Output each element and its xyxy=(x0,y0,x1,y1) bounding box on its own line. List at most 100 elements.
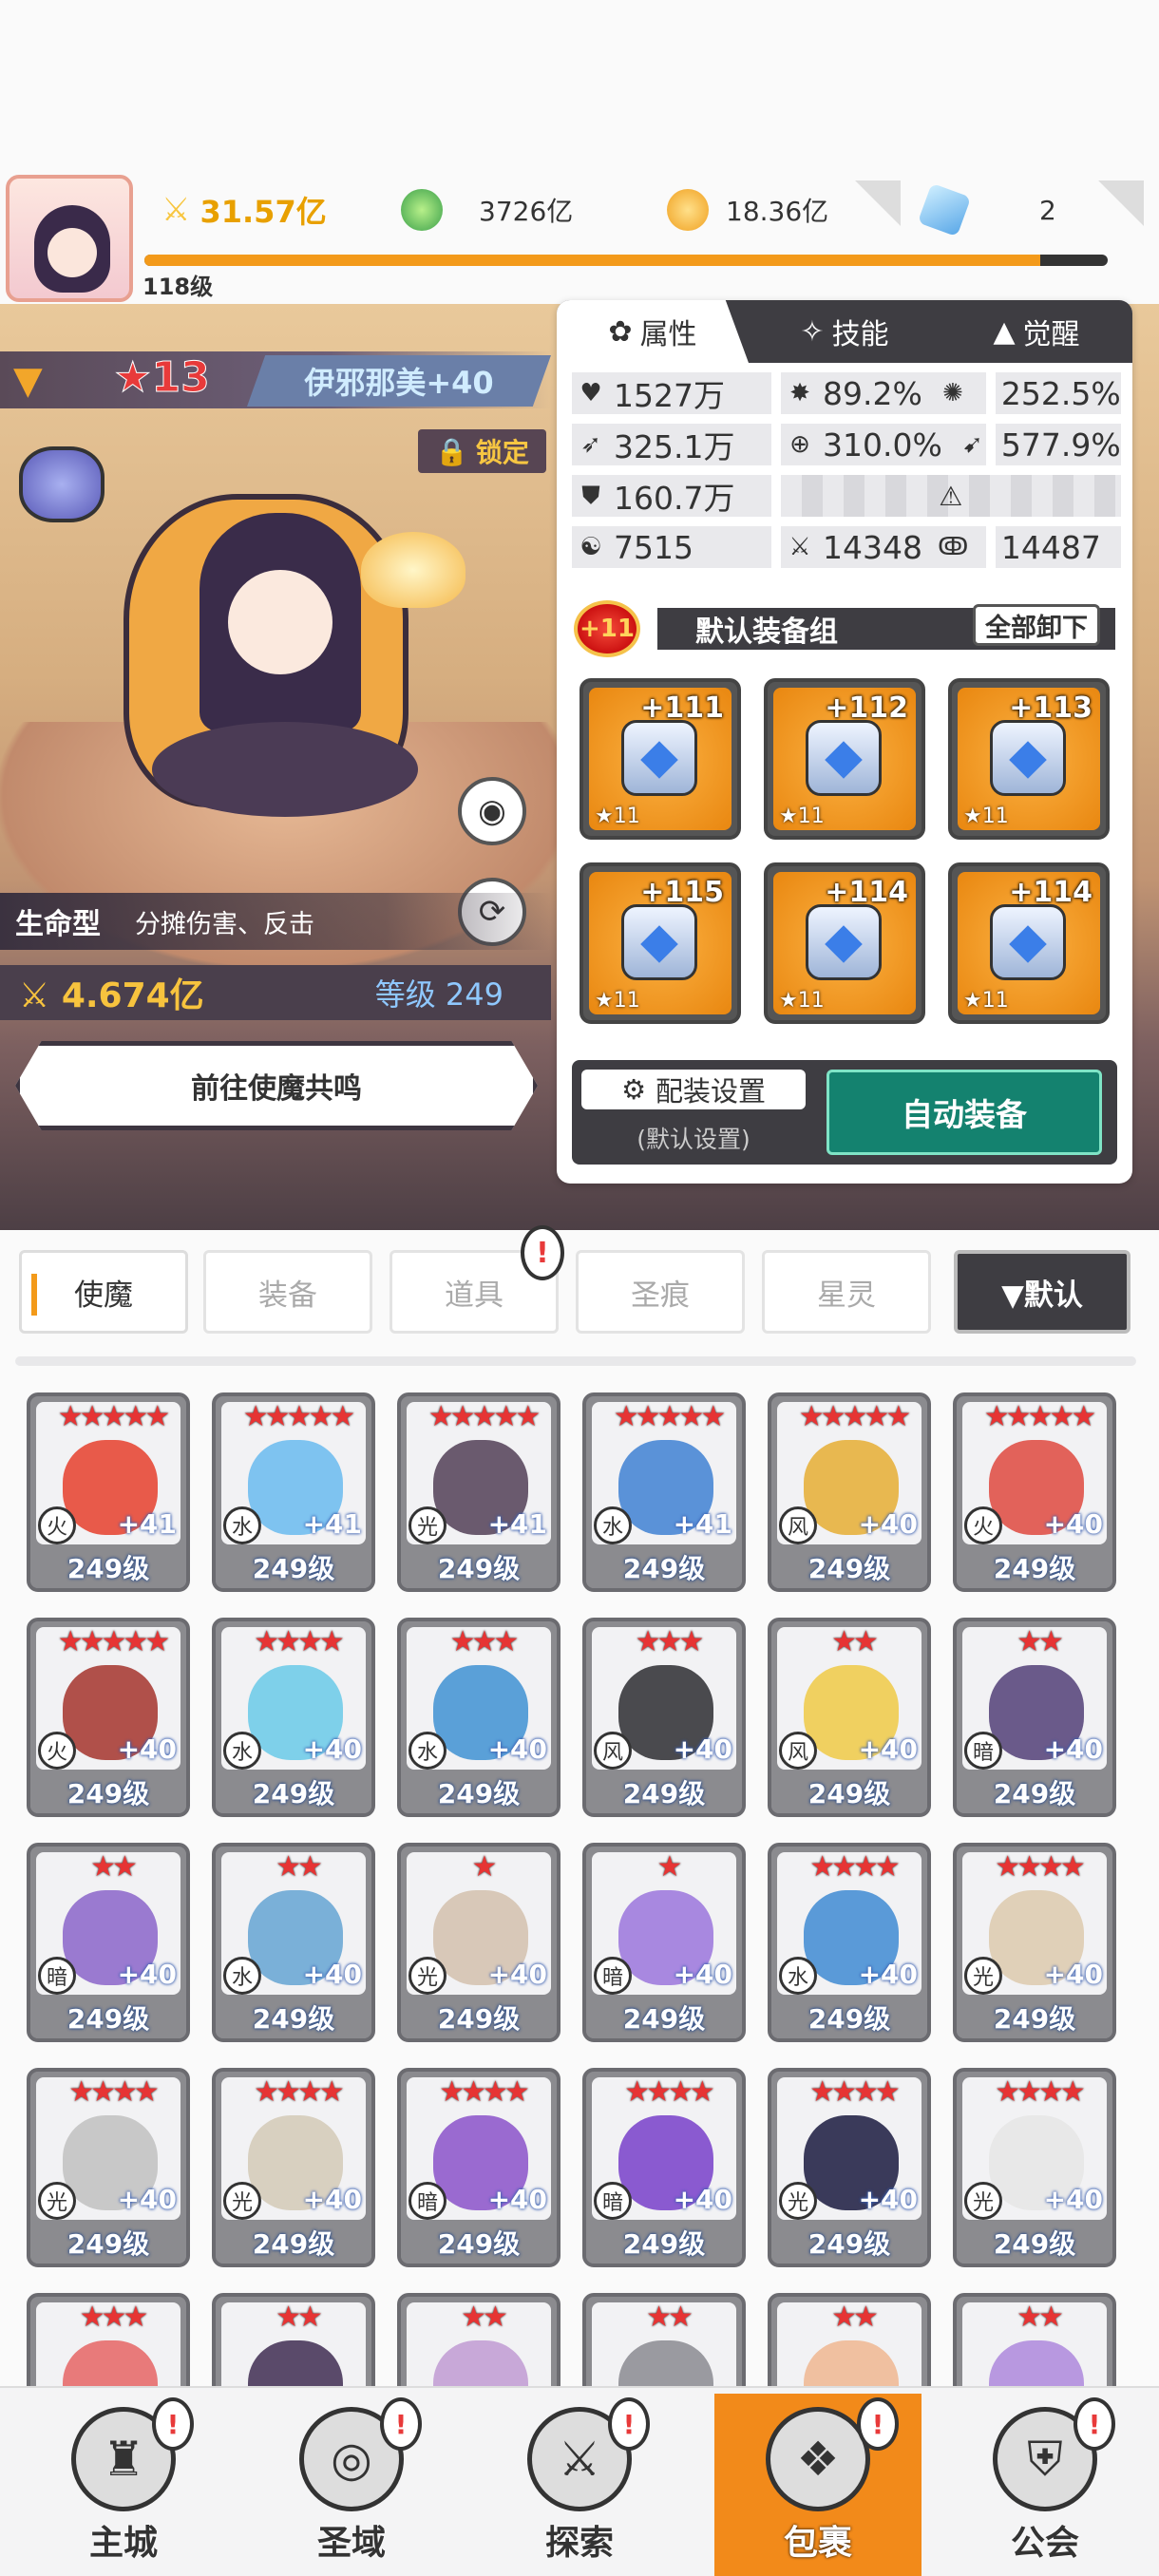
familiar-card[interactable]: ★ 光 +40 249级 xyxy=(397,1843,560,2042)
familiar-card[interactable]: ★★ xyxy=(953,2293,1116,2386)
nav-portal[interactable]: ! ◎ 圣域 xyxy=(238,2394,466,2576)
familiar-card[interactable]: ★★★★ 光 +40 249级 xyxy=(953,2068,1116,2267)
star-rating: ★★ xyxy=(831,2301,879,2334)
familiar-card[interactable]: ★★★★★ 火 +40 249级 xyxy=(27,1618,190,1817)
familiar-card[interactable]: ★★★★ 水 +40 249级 xyxy=(212,1618,375,1817)
nav-guild[interactable]: ! ⛨ 公会 xyxy=(931,2394,1159,2576)
familiar-card[interactable]: ★★★★★ 火 +41 249级 xyxy=(27,1392,190,1592)
familiar-card[interactable]: ★★★★★ 水 +41 249级 xyxy=(582,1392,746,1592)
familiar-card[interactable]: ★★★ 水 +40 249级 xyxy=(397,1618,560,1817)
familiar-card[interactable]: ★★★★ 光 +40 249级 xyxy=(768,2068,931,2267)
familiar-figure xyxy=(248,2340,343,2386)
sort-button[interactable]: ▼默认 xyxy=(954,1250,1130,1334)
tab-familiar[interactable]: 使魔 xyxy=(19,1250,188,1334)
familiar-level: 249级 xyxy=(401,1771,557,1813)
star-rating: ★★ xyxy=(90,1850,138,1884)
familiar-card[interactable]: ★★★★ 光 +40 249级 xyxy=(212,2068,375,2267)
equipment-star: ★11 xyxy=(779,805,825,828)
familiar-level: 249级 xyxy=(771,1771,927,1813)
star-rating: ★★★★ xyxy=(995,1850,1086,1884)
auto-equip-button[interactable]: 自动装备 xyxy=(826,1070,1102,1155)
star-rating: ★★★★ xyxy=(68,2075,160,2109)
familiar-level: 249级 xyxy=(216,1771,371,1813)
familiar-card[interactable]: ★★★★★ 光 +41 249级 xyxy=(397,1392,560,1592)
familiar-level: 249级 xyxy=(957,1546,1112,1588)
familiar-card[interactable]: ★★★★ 水 +40 249级 xyxy=(768,1843,931,2042)
equipment-star: ★11 xyxy=(963,989,1009,1013)
familiar-card[interactable]: ★★ 水 +40 249级 xyxy=(212,1843,375,2042)
star-rating: ★★ xyxy=(1016,1625,1064,1658)
element-icon: 暗 xyxy=(408,2182,446,2220)
familiar-card[interactable]: ★★★★ 光 +40 249级 xyxy=(27,2068,190,2267)
familiar-card[interactable]: ★★ xyxy=(582,2293,746,2386)
add-gold-button[interactable] xyxy=(855,180,901,226)
familiar-plus: +40 xyxy=(858,1508,918,1540)
familiar-plus: +40 xyxy=(302,2184,362,2215)
tab-equipment[interactable]: 装备 xyxy=(203,1250,372,1334)
familiar-level: 249级 xyxy=(586,2222,742,2263)
avatar-face xyxy=(48,228,97,277)
familiar-card[interactable]: ★★ 暗 +40 249级 xyxy=(953,1618,1116,1817)
familiar-card[interactable]: ★★ xyxy=(212,2293,375,2386)
familiar-level: 249级 xyxy=(30,1771,186,1813)
nav-sword[interactable]: ! ⚔ 探索 xyxy=(466,2394,694,2576)
familiar-card[interactable]: ★★ 风 +40 249级 xyxy=(768,1618,931,1817)
player-avatar[interactable] xyxy=(6,175,133,302)
equipment-plus: +115 xyxy=(640,876,724,909)
equipment-slot[interactable]: +115 ★11 xyxy=(580,862,741,1024)
element-icon: 光 xyxy=(964,2182,1002,2220)
familiar-card[interactable]: ★★★★★ 水 +41 249级 xyxy=(212,1392,375,1592)
familiar-plus: +40 xyxy=(858,1733,918,1765)
hero-star-level: ★13 xyxy=(114,353,211,403)
familiar-card[interactable]: ★★★★★ 火 +40 249级 xyxy=(953,1392,1116,1592)
tab-skills[interactable]: ✧ 技能 xyxy=(749,300,940,363)
equipment-slot[interactable]: +114 ★11 xyxy=(948,862,1110,1024)
hero-type: 生命型 xyxy=(15,908,101,941)
familiar-card[interactable]: ★★ xyxy=(397,2293,560,2386)
familiar-card[interactable]: ★★★ xyxy=(27,2293,190,2386)
familiar-roster: ★★★★★ 火 +41 249级 ★★★★★ 水 +41 249级 ★★★★★ … xyxy=(27,1392,1129,2386)
lock-button[interactable]: 🔒 锁定 xyxy=(418,429,546,473)
nav-label: 主城 xyxy=(88,2524,158,2563)
green-orb-icon xyxy=(401,189,443,231)
equipment-slot[interactable]: +111 ★11 xyxy=(580,678,741,840)
familiar-card[interactable]: ★★★★ 暗 +40 249级 xyxy=(397,2068,560,2267)
familiar-level: 249级 xyxy=(957,1771,1112,1813)
rank-icon: ▼ xyxy=(13,359,43,403)
equipment-bg: +113 ★11 xyxy=(958,688,1100,830)
view-model-button[interactable]: ◉ xyxy=(458,777,526,845)
gem-icon xyxy=(917,182,972,237)
familiar-card[interactable]: ★ 暗 +40 249级 xyxy=(582,1843,746,2042)
familiar-plus: +40 xyxy=(117,1733,177,1765)
familiar-card[interactable]: ★★★★ 暗 +40 249级 xyxy=(582,2068,746,2267)
hero-level: 等级 249 xyxy=(374,976,504,1013)
familiar-level: 249级 xyxy=(30,2222,186,2263)
stat-s1: ☯ 7515 xyxy=(572,526,771,568)
nav-bag[interactable]: ! ❖ 包裹 xyxy=(714,2394,922,2576)
tab-attributes[interactable]: ✿ 属性 xyxy=(557,300,749,363)
equipment-bg: +115 ★11 xyxy=(589,872,732,1014)
add-gem-button[interactable] xyxy=(1098,180,1144,226)
hero-detail-panel: ✿ 属性 ✧ 技能 ▲ 觉醒 ♥ 1527万 ✸ 89.2% ✺ 252.5% ➶ 325.1… xyxy=(557,300,1132,1184)
familiar-card[interactable]: ★★ xyxy=(768,2293,931,2386)
green-currency: 3726亿 xyxy=(401,180,573,239)
element-icon: 暗 xyxy=(38,1957,76,1995)
config-settings-button[interactable]: ⚙ 配装设置 xyxy=(581,1070,806,1109)
tab-awaken[interactable]: ▲ 觉醒 xyxy=(940,300,1132,363)
equipment-slot[interactable]: +113 ★11 xyxy=(948,678,1110,840)
familiar-card[interactable]: ★★★★★ 风 +40 249级 xyxy=(768,1392,931,1592)
familiar-card[interactable]: ★★★ 风 +40 249级 xyxy=(582,1618,746,1817)
element-icon: 火 xyxy=(38,1506,76,1544)
tab-stigmata[interactable]: 圣痕 xyxy=(576,1250,745,1334)
unequip-all-button[interactable]: 全部卸下 xyxy=(973,604,1100,646)
slash-icon: ⚔ xyxy=(788,533,811,561)
equipment-slot[interactable]: +114 ★11 xyxy=(764,862,925,1024)
equipment-slot[interactable]: +112 ★11 xyxy=(764,678,925,840)
familiar-card[interactable]: ★★★★ 光 +40 249级 xyxy=(953,1843,1116,2042)
nav-castle[interactable]: ! ♜ 主城 xyxy=(10,2394,238,2576)
familiar-card[interactable]: ★★ 暗 +40 249级 xyxy=(27,1843,190,2042)
stat-defense: ⛊ 160.7万 xyxy=(572,475,771,517)
tab-star-spirit[interactable]: 星灵 xyxy=(762,1250,931,1334)
go-resonance-button[interactable]: 前往使魔共鸣 xyxy=(15,1041,538,1130)
alert-icon: ⚠ xyxy=(939,480,963,512)
